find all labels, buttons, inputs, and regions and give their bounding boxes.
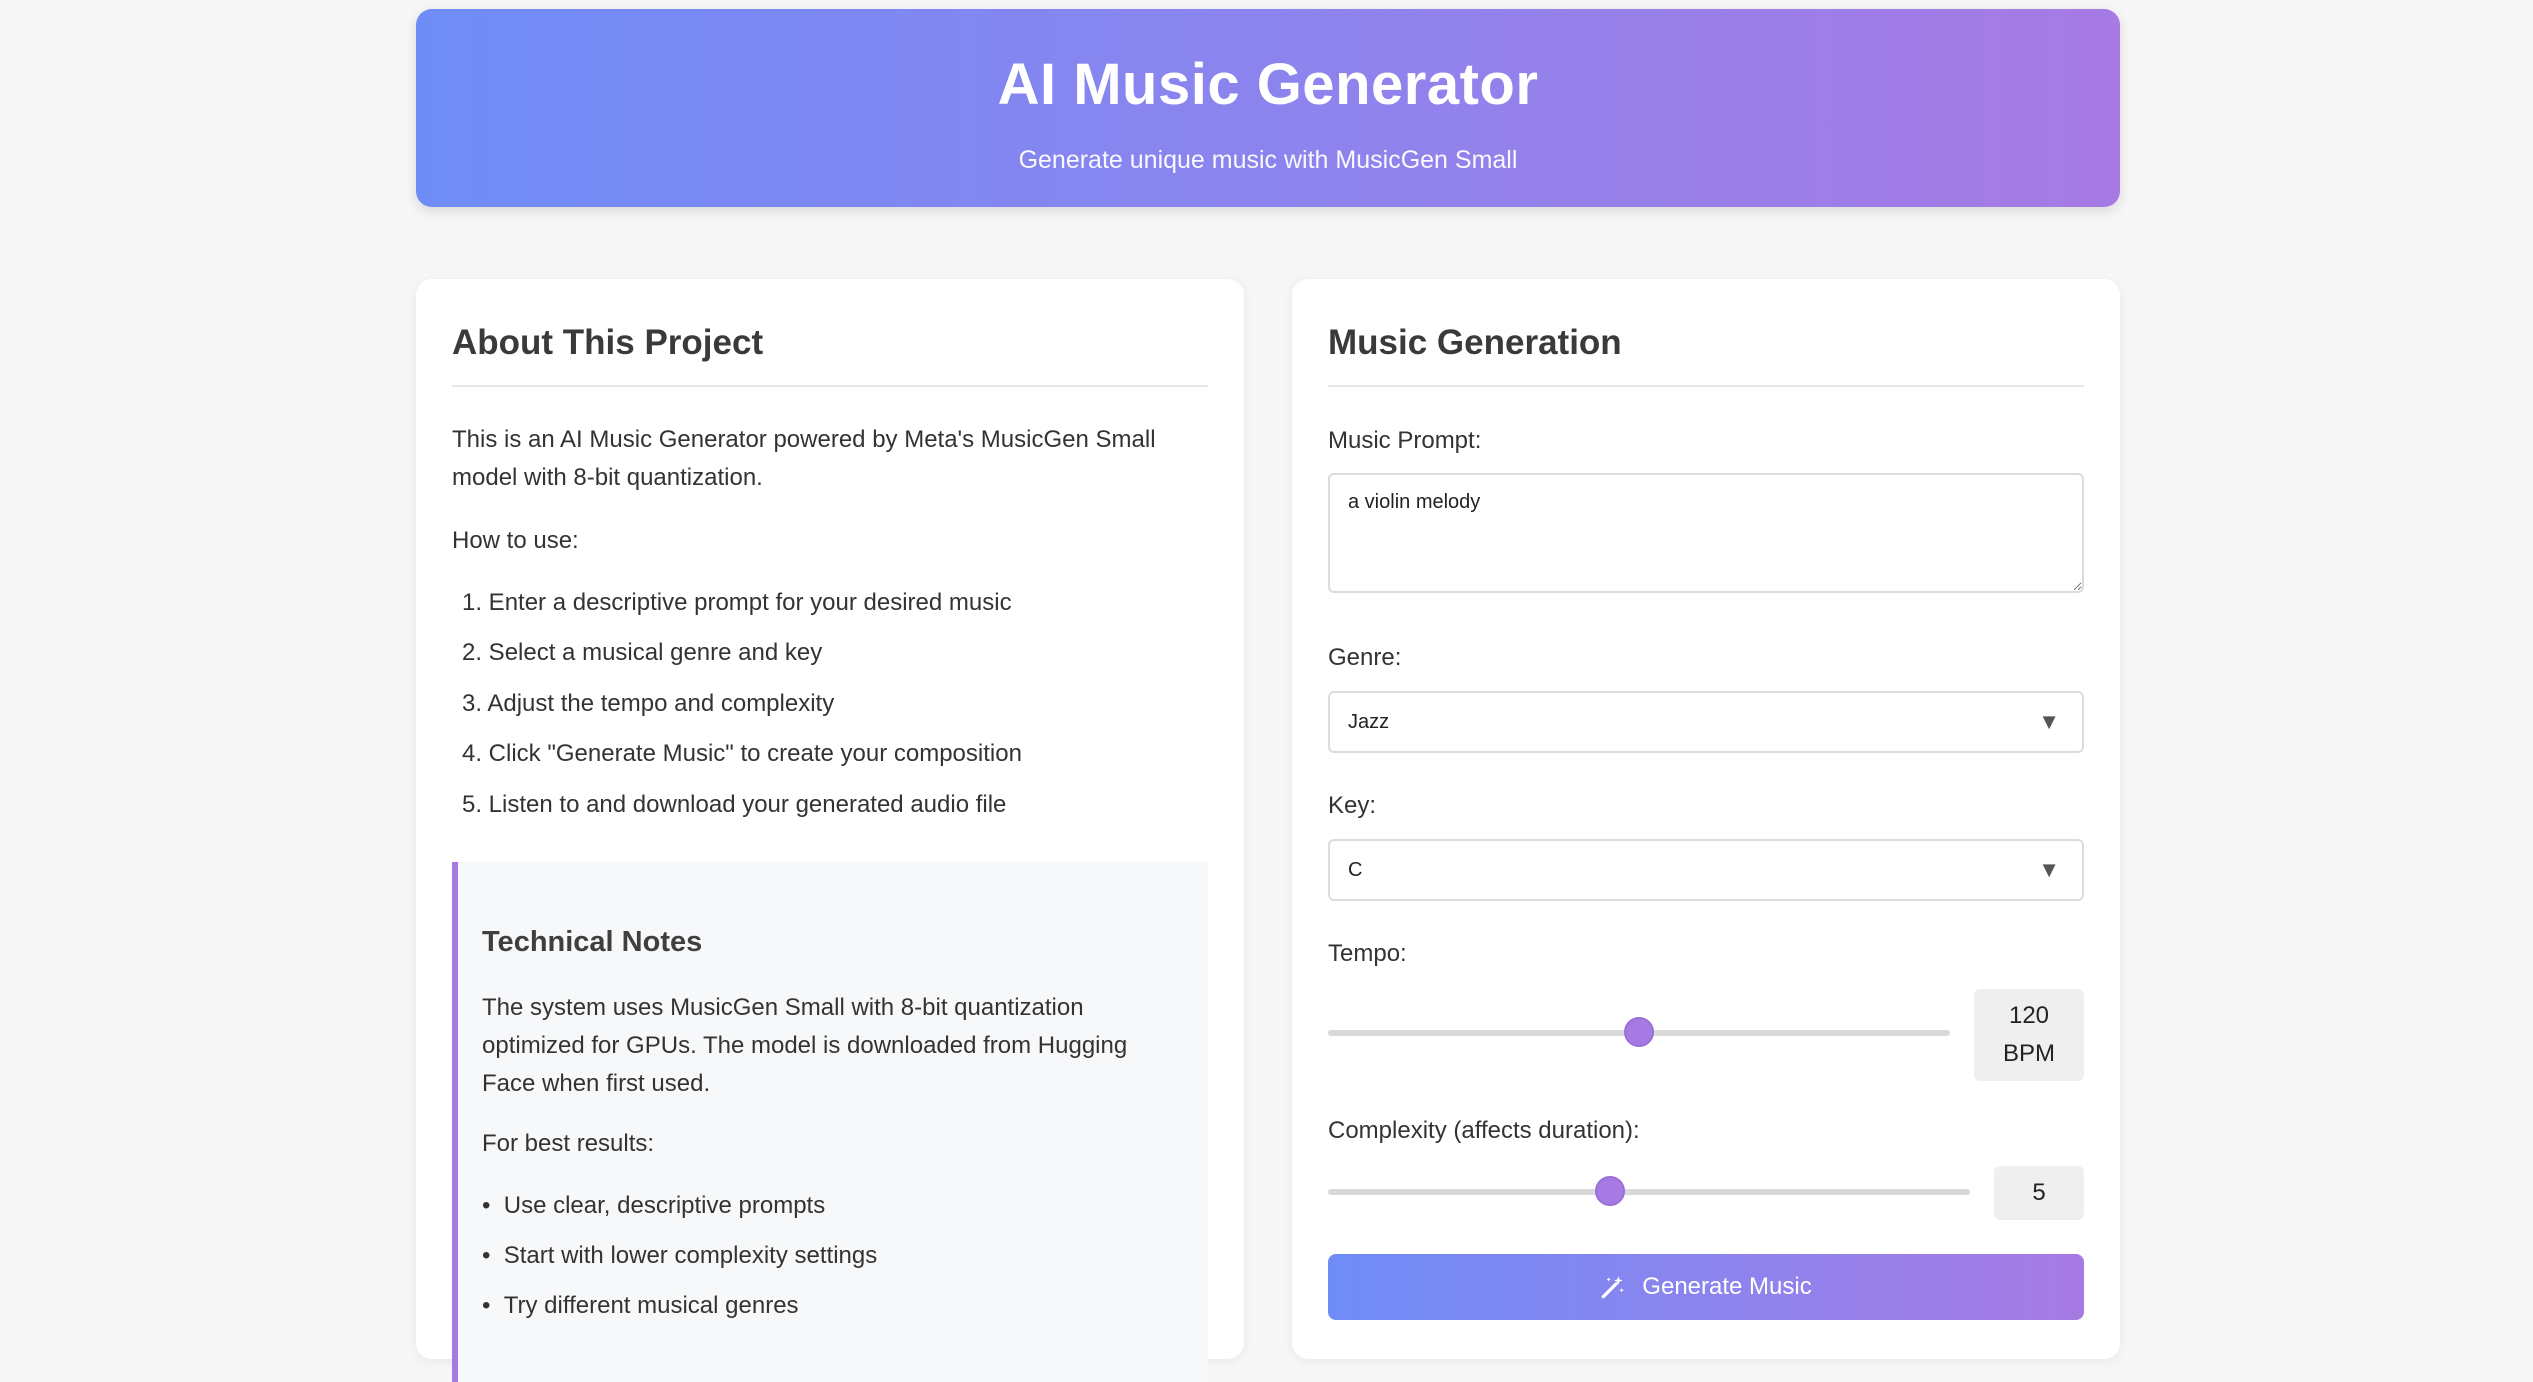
- generation-title: Music Generation: [1328, 323, 1622, 362]
- page-title: AI Music Generator: [997, 52, 1539, 117]
- notes-title: Technical Notes: [482, 926, 703, 958]
- about-card: About This Project This is an AI Music G…: [416, 279, 1244, 1382]
- about-title: About This Project: [452, 323, 764, 362]
- divider: [452, 385, 1208, 387]
- generate-music-button[interactable]: Generate Music: [1328, 1254, 2084, 1320]
- bullet-icon: •: [482, 1292, 504, 1319]
- step-item: 2. Select a musical genre and key: [462, 639, 823, 666]
- best-results-label: For best results:: [482, 1130, 655, 1157]
- step-item: 1. Enter a descriptive prompt for your d…: [462, 589, 1012, 616]
- key-value: C: [1348, 859, 1363, 881]
- step-item: 5. Listen to and download your generated…: [462, 791, 1007, 818]
- tempo-value-display: 120 BPM: [1974, 989, 2084, 1081]
- prompt-label: Music Prompt:: [1328, 427, 1482, 454]
- magic-wand-icon: [1601, 1276, 1625, 1299]
- tempo-value: 120: [2008, 1002, 2050, 1029]
- tempo-label: Tempo:: [1328, 940, 1407, 967]
- prompt-input[interactable]: [1328, 473, 2084, 593]
- tempo-unit: BPM: [2002, 1040, 2055, 1067]
- bullet-icon: •: [482, 1192, 504, 1219]
- page-header: AI Music Generator Generate unique music…: [416, 9, 2120, 207]
- tip-item: • Try different musical genres: [482, 1292, 799, 1319]
- genre-value: Jazz: [1348, 711, 1390, 733]
- chevron-down-icon: ▼: [2038, 857, 2060, 882]
- complexity-value: 5: [2032, 1179, 2046, 1206]
- notes-body: The system uses MusicGen Small with 8-bi…: [482, 994, 1128, 1097]
- about-intro: This is an AI Music Generator powered by…: [452, 426, 1156, 491]
- genre-label: Genre:: [1328, 644, 1402, 671]
- tempo-slider-thumb[interactable]: [1624, 1017, 1654, 1047]
- step-item: 4. Click "Generate Music" to create your…: [462, 740, 1022, 767]
- step-item: 3. Adjust the tempo and complexity: [462, 690, 835, 717]
- tip-item: • Use clear, descriptive prompts: [482, 1192, 826, 1219]
- generate-button-label: Generate Music: [1642, 1273, 1812, 1300]
- genre-select[interactable]: Jazz ▼: [1328, 691, 2084, 753]
- key-label: Key:: [1328, 792, 1377, 819]
- how-to-label: How to use:: [452, 527, 579, 554]
- complexity-slider[interactable]: [1328, 1176, 1970, 1206]
- bullet-icon: •: [482, 1242, 504, 1269]
- key-select[interactable]: C ▼: [1328, 839, 2084, 901]
- tempo-slider[interactable]: [1328, 1017, 1950, 1047]
- complexity-slider-thumb[interactable]: [1595, 1176, 1626, 1206]
- technical-notes: Technical Notes The system uses MusicGen…: [452, 862, 1208, 1382]
- generation-card: Music Generation Music Prompt: Genre: Ja…: [1292, 279, 2120, 1359]
- complexity-value-display: 5: [1994, 1166, 2084, 1220]
- chevron-down-icon: ▼: [2038, 709, 2060, 734]
- complexity-label: Complexity (affects duration):: [1328, 1117, 1640, 1144]
- page-subtitle: Generate unique music with MusicGen Smal…: [1018, 146, 1518, 174]
- tip-item: • Start with lower complexity settings: [482, 1242, 878, 1269]
- divider: [1328, 385, 2084, 387]
